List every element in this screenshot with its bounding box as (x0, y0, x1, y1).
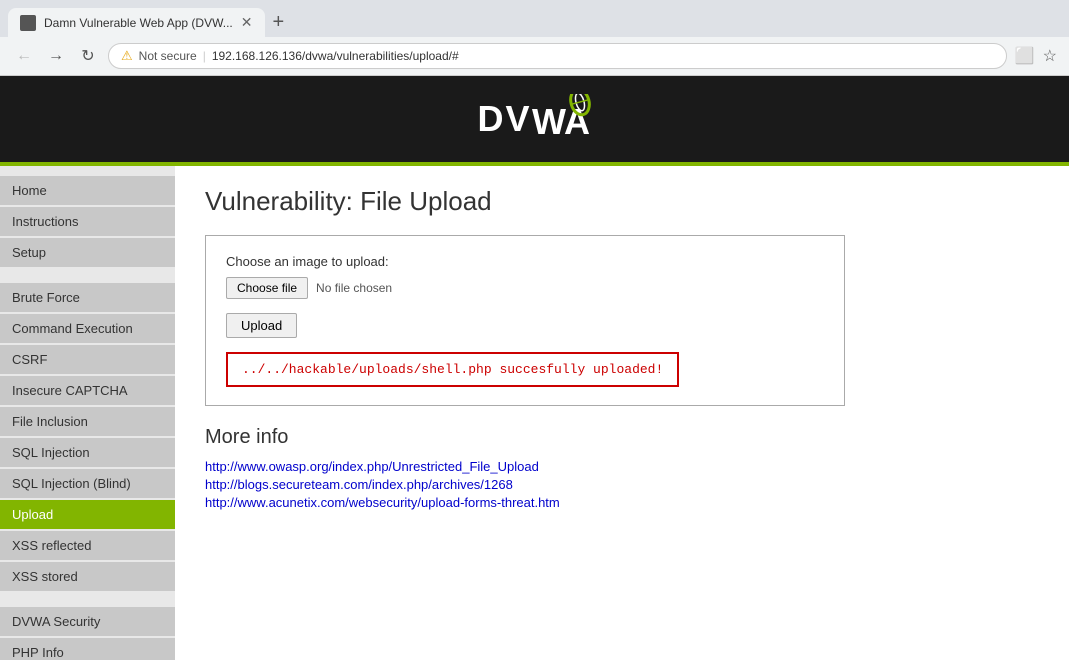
main-content: Vulnerability: File Upload Choose an ima… (175, 166, 1069, 660)
sidebar-item-xss-stored[interactable]: XSS stored (0, 562, 175, 591)
upload-label: Choose an image to upload: (226, 254, 824, 269)
share-button[interactable]: ⬜ (1015, 46, 1035, 66)
upload-box: Choose an image to upload: Choose file N… (205, 235, 845, 406)
reload-button[interactable]: ↻ (76, 44, 100, 68)
more-info-title: More info (205, 426, 1039, 449)
page-wrapper: DV WA Home Instructions Setup Brute Forc… (0, 76, 1069, 660)
sidebar-item-php-info[interactable]: PHP Info (0, 638, 175, 660)
upload-button[interactable]: Upload (226, 313, 297, 338)
sidebar-item-xss-reflected[interactable]: XSS reflected (0, 531, 175, 560)
not-secure-label: Not secure (139, 49, 197, 63)
sidebar-item-setup[interactable]: Setup (0, 238, 175, 267)
page-title: Vulnerability: File Upload (205, 186, 1039, 217)
browser-chrome: Damn Vulnerable Web App (DVW... ✕ + ← → … (0, 0, 1069, 76)
file-input-row: Choose file No file chosen (226, 277, 824, 299)
address-actions: ⬜ ☆ (1015, 46, 1057, 66)
bookmark-button[interactable]: ☆ (1043, 46, 1057, 66)
info-link-1[interactable]: http://www.owasp.org/index.php/Unrestric… (205, 459, 1039, 474)
info-link-2[interactable]: http://blogs.secureteam.com/index.php/ar… (205, 477, 1039, 492)
site-header: DV WA (0, 76, 1069, 166)
upload-success-message: ../../hackable/uploads/shell.php succesf… (226, 352, 679, 387)
tab-bar: Damn Vulnerable Web App (DVW... ✕ + (0, 0, 1069, 37)
sidebar-item-instructions[interactable]: Instructions (0, 207, 175, 236)
dvwa-logo-svg: WA (532, 94, 592, 144)
forward-button[interactable]: → (44, 44, 68, 68)
sidebar: Home Instructions Setup Brute Force Comm… (0, 166, 175, 660)
new-tab-button[interactable]: + (265, 11, 293, 34)
no-file-text: No file chosen (316, 281, 392, 295)
back-button[interactable]: ← (12, 44, 36, 68)
browser-tab[interactable]: Damn Vulnerable Web App (DVW... ✕ (8, 8, 265, 37)
sidebar-item-brute-force[interactable]: Brute Force (0, 283, 175, 312)
sidebar-item-sql-injection-blind[interactable]: SQL Injection (Blind) (0, 469, 175, 498)
separator: | (203, 49, 206, 63)
sidebar-item-insecure-captcha[interactable]: Insecure CAPTCHA (0, 376, 175, 405)
tab-title: Damn Vulnerable Web App (DVW... (44, 16, 233, 30)
sidebar-item-home[interactable]: Home (0, 176, 175, 205)
sidebar-divider-1 (0, 269, 175, 281)
url-text: 192.168.126.136/dvwa/vulnerabilities/upl… (212, 49, 459, 63)
sidebar-item-command-execution[interactable]: Command Execution (0, 314, 175, 343)
sidebar-item-upload[interactable]: Upload (0, 500, 175, 529)
warning-icon: ⚠ (121, 48, 133, 64)
tab-close-button[interactable]: ✕ (241, 14, 253, 31)
svg-text:WA: WA (532, 101, 590, 142)
address-bar[interactable]: ⚠ Not secure | 192.168.126.136/dvwa/vuln… (108, 43, 1007, 69)
dvwa-text: DV (477, 98, 531, 140)
sidebar-item-dvwa-security[interactable]: DVWA Security (0, 607, 175, 636)
content-area: Home Instructions Setup Brute Force Comm… (0, 166, 1069, 660)
sidebar-item-csrf[interactable]: CSRF (0, 345, 175, 374)
sidebar-item-sql-injection[interactable]: SQL Injection (0, 438, 175, 467)
choose-file-button[interactable]: Choose file (226, 277, 308, 299)
sidebar-item-file-inclusion[interactable]: File Inclusion (0, 407, 175, 436)
dvwa-logo: DV WA (477, 94, 591, 144)
tab-favicon (20, 15, 36, 31)
sidebar-divider-2 (0, 593, 175, 605)
info-link-3[interactable]: http://www.acunetix.com/websecurity/uplo… (205, 495, 1039, 510)
address-bar-row: ← → ↻ ⚠ Not secure | 192.168.126.136/dvw… (0, 37, 1069, 75)
